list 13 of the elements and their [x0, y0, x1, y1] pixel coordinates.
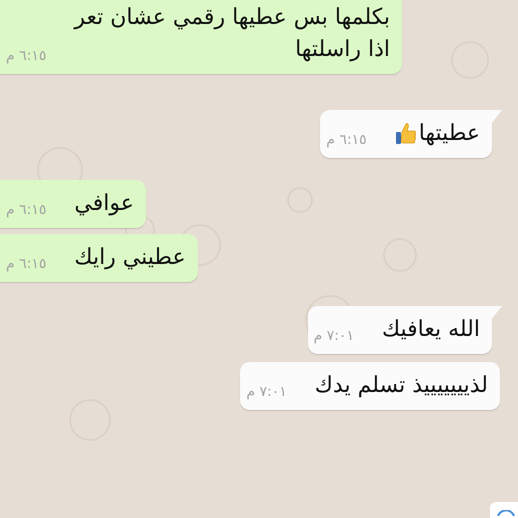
message-text: عوافي	[74, 190, 134, 218]
message-time: ٦:١٥ م	[326, 132, 367, 148]
message-text: بكلمها بس عطيها رقمي عشان تعر	[74, 4, 390, 32]
message-time: ٧:٠١ م	[314, 328, 354, 344]
message-time: ٦:١٥ م	[6, 256, 46, 272]
message-text: عطيني رايك	[74, 244, 186, 272]
message-text: اذا راسلتها	[295, 36, 390, 64]
message-time: ٦:١٥ م	[6, 48, 46, 64]
message-text: الله يعافيك	[382, 316, 480, 344]
message-time: ٦:١٥ م	[6, 202, 46, 218]
message-time: ٧:٠١ م	[246, 384, 287, 400]
message-text: عطيتها	[418, 120, 480, 148]
message-text: لذيييييييذ تسلم يدك	[314, 372, 488, 400]
